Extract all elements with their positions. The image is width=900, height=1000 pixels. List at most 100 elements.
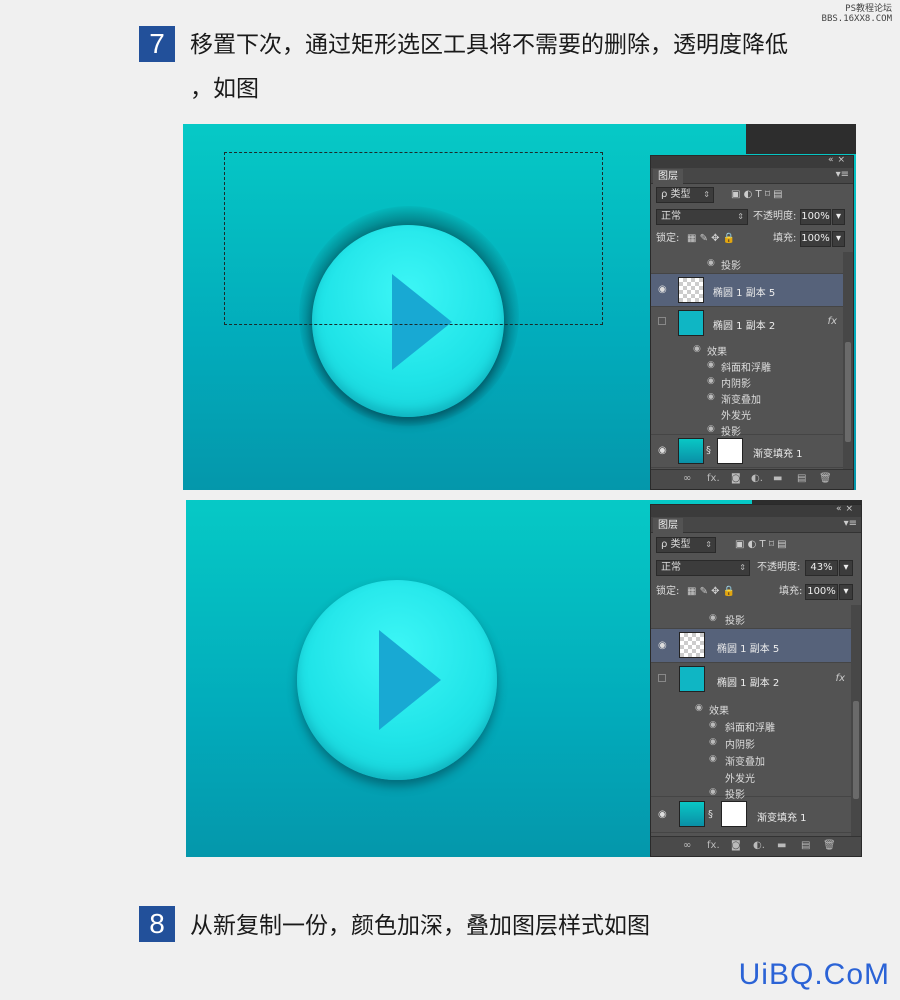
layer-row-partial[interactable]: ◉ 投影	[651, 252, 843, 274]
effect-item: 外发光	[721, 411, 751, 422]
opacity-field[interactable]: 43%	[805, 560, 838, 576]
eye-icon[interactable]: ◉	[707, 392, 715, 402]
opacity-arrow[interactable]: ▾	[832, 209, 845, 225]
fx-icon[interactable]: fx	[828, 316, 837, 327]
eye-icon[interactable]: ◉	[709, 737, 717, 747]
eye-icon[interactable]: ◉	[707, 424, 715, 434]
watermark-top-line: PS教程论坛	[845, 4, 892, 14]
blend-mode-dropdown[interactable]: 正常 ⇕	[656, 209, 748, 225]
layer-mask-thumbnail	[717, 438, 743, 464]
fx-icon[interactable]: fx.	[707, 840, 720, 851]
watermark-top-line: BBS.16XX8.COM	[821, 14, 892, 24]
trash-icon[interactable]: 🗑	[823, 840, 836, 851]
play-icon	[379, 630, 441, 730]
panel-menu-icon[interactable]: ▾≡	[844, 518, 857, 529]
scrollbar-thumb[interactable]	[845, 342, 851, 442]
folder-icon[interactable]: ▬	[777, 840, 786, 851]
mask-icon[interactable]: ◙	[731, 473, 741, 484]
screenshot-2: «× 图层 ▾≡ ρ 类型 ⇕ ▣ ◐ T ⌑ ▤ 正常 ⇕ 不透明度: 43% ▾…	[186, 500, 862, 857]
tab-layers[interactable]: 图层	[653, 169, 683, 184]
dropdown-arrow-icon: ⇕	[703, 190, 710, 199]
watermark-top: PS教程论坛 BBS.16XX8.COM	[822, 4, 892, 24]
link-layers-icon[interactable]: ∞	[683, 473, 691, 484]
effect-item: 渐变叠加	[721, 395, 761, 406]
layer-row[interactable]: ◉ § 渐变填充 1	[651, 797, 851, 833]
collapse-close-icon[interactable]: «×	[836, 504, 857, 514]
blend-mode-value: 正常	[661, 211, 681, 222]
watermark-bottom: UiBQ.CoM	[738, 958, 890, 991]
opacity-label: 不透明度:	[757, 562, 801, 573]
layers-panel: «× 图层 ▾≡ ρ 类型 ⇕ ▣ ◐ T ⌑ ▤ 正常 ⇕ 不透明度: 43% ▾…	[650, 504, 862, 857]
layer-name: 椭圆 1 副本 5	[717, 644, 780, 655]
tab-layers[interactable]: 图层	[653, 518, 683, 533]
effect-item: 外发光	[725, 774, 755, 785]
filter-icons[interactable]: ▣ ◐ T ⌑ ▤	[731, 187, 783, 203]
layer-row[interactable]: ◉ § 渐变填充 1	[651, 435, 843, 468]
fill-field[interactable]: 100%	[800, 231, 831, 247]
panel-menu-icon[interactable]: ▾≡	[836, 169, 849, 180]
eye-icon[interactable]: ◉	[658, 809, 667, 820]
new-layer-icon[interactable]: ▤	[801, 840, 810, 851]
step-7-text-line2: ，如图	[190, 76, 259, 102]
step-8-text: 从新复制一份，颜色加深，叠加图层样式如图	[190, 913, 650, 939]
eye-icon[interactable]: ◉	[709, 787, 717, 797]
selection-marquee	[224, 152, 603, 325]
layer-thumbnail	[678, 277, 704, 303]
eye-icon[interactable]: ◉	[709, 754, 717, 764]
opacity-field[interactable]: 100%	[800, 209, 831, 225]
visibility-toggle[interactable]	[658, 317, 666, 325]
collapse-close-icon[interactable]: «×	[828, 155, 849, 165]
eye-icon[interactable]: ◉	[709, 613, 717, 623]
layers-scrollbar[interactable]	[843, 252, 853, 470]
adjustment-icon[interactable]: ◐.	[753, 840, 765, 851]
visibility-toggle[interactable]	[658, 674, 666, 682]
eye-icon[interactable]: ◉	[693, 344, 701, 354]
layer-row-partial[interactable]: ◉ 投影	[651, 605, 851, 629]
eye-icon[interactable]: ◉	[658, 445, 667, 456]
fill-label: 填充:	[779, 586, 803, 597]
fx-icon[interactable]: fx	[836, 673, 845, 684]
eye-icon[interactable]: ◉	[707, 258, 715, 268]
trash-icon[interactable]: 🗑	[819, 473, 832, 484]
layer-row[interactable]: 椭圆 1 副本 2 fx ◉ 效果 ◉ 斜面和浮雕 ◉ 内阴影 ◉ 渐变叠加 外…	[651, 307, 843, 438]
dropdown-arrow-icon: ⇕	[705, 540, 712, 549]
lock-icons[interactable]: ▦ ✎ ✥ 🔒	[687, 584, 735, 600]
layer-name: 椭圆 1 副本 5	[713, 288, 776, 299]
link-layers-icon[interactable]: ∞	[683, 840, 691, 851]
link-icon: §	[706, 445, 711, 456]
mask-icon[interactable]: ◙	[731, 840, 741, 851]
new-layer-icon[interactable]: ▤	[797, 473, 806, 484]
fill-field[interactable]: 100%	[805, 584, 838, 600]
eye-icon[interactable]: ◉	[709, 720, 717, 730]
layers-scrollbar[interactable]	[851, 605, 861, 837]
blend-mode-dropdown[interactable]: 正常 ⇕	[656, 560, 750, 576]
effect-item: 斜面和浮雕	[725, 723, 775, 734]
eye-icon[interactable]: ◉	[707, 376, 715, 386]
filter-dropdown[interactable]: ρ 类型 ⇕	[656, 187, 714, 203]
folder-icon[interactable]: ▬	[773, 473, 782, 484]
effect-item: 斜面和浮雕	[721, 363, 771, 374]
eye-icon[interactable]: ◉	[707, 360, 715, 370]
fx-icon[interactable]: fx.	[707, 473, 720, 484]
layer-row-selected[interactable]: ◉ 椭圆 1 副本 5	[651, 274, 843, 307]
eye-icon[interactable]: ◉	[658, 284, 667, 295]
layers-panel: «× 图层 ▾≡ ρ 类型 ⇕ ▣ ◐ T ⌑ ▤ 正常 ⇕ 不透明度: 100% …	[650, 155, 854, 490]
fill-arrow[interactable]: ▾	[839, 584, 853, 600]
fill-arrow[interactable]: ▾	[832, 231, 845, 247]
layer-row-selected[interactable]: ◉ 椭圆 1 副本 5	[651, 629, 851, 663]
eye-icon[interactable]: ◉	[658, 640, 667, 651]
opacity-arrow[interactable]: ▾	[839, 560, 853, 576]
layer-thumbnail	[679, 632, 705, 658]
effect-drop-shadow: 投影	[725, 616, 745, 627]
eye-icon[interactable]: ◉	[695, 703, 703, 713]
fill-label: 填充:	[773, 233, 797, 244]
adjustment-icon[interactable]: ◐.	[751, 473, 763, 484]
panel-bottom-toolbar: ∞ fx. ◙ ◐. ▬ ▤ 🗑	[651, 469, 853, 489]
filter-dropdown[interactable]: ρ 类型 ⇕	[656, 537, 716, 553]
workspace-dark-area	[746, 124, 856, 154]
lock-icons[interactable]: ▦ ✎ ✥ 🔒	[687, 231, 735, 247]
filter-icons[interactable]: ▣ ◐ T ⌑ ▤	[735, 537, 787, 553]
scrollbar-thumb[interactable]	[853, 701, 859, 799]
link-icon: §	[708, 809, 713, 820]
layer-row[interactable]: 椭圆 1 副本 2 fx ◉ 效果 ◉ 斜面和浮雕 ◉ 内阴影 ◉ 渐变叠加 外…	[651, 663, 851, 801]
